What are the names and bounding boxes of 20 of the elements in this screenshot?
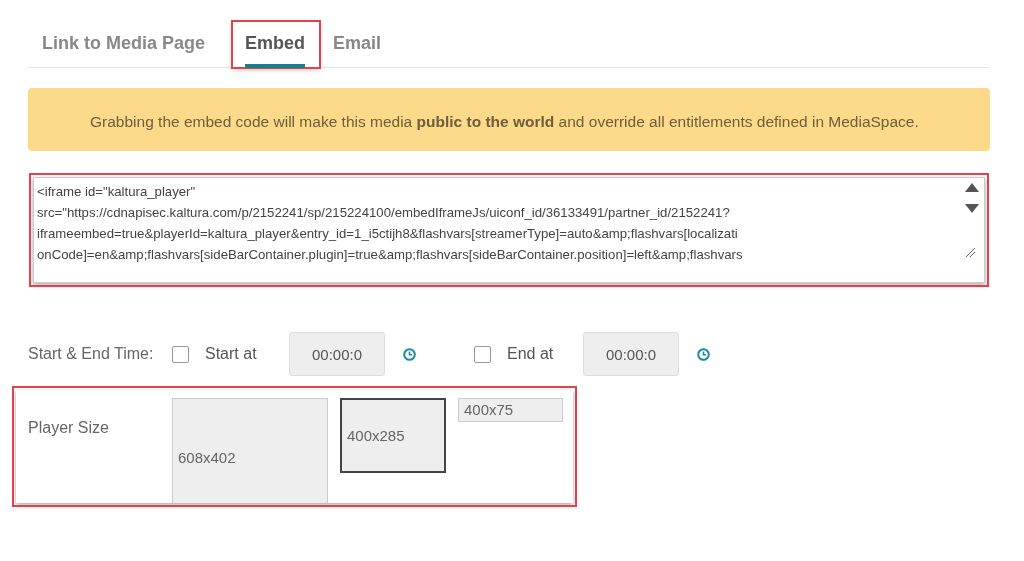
checkbox-label: End at <box>507 344 555 364</box>
clock-icon[interactable] <box>697 347 710 361</box>
player-size-label: Player Size <box>28 418 110 438</box>
warning-message: Grabbing the embed code will make this media public to the world and override all entitlements defined in MediaSpace. <box>28 88 990 151</box>
checkbox-label: Start at <box>205 344 258 364</box>
clock-icon[interactable] <box>403 347 416 361</box>
time-input[interactable]: 00:00:0 <box>583 332 679 376</box>
time-input[interactable]: 00:00:0 <box>289 332 385 376</box>
tab[interactable]: Email <box>333 22 396 67</box>
resize-handle-icon[interactable] <box>965 247 975 257</box>
scroll-down-icon[interactable] <box>965 204 979 213</box>
scroll-up-icon[interactable] <box>965 183 979 192</box>
size-option[interactable]: 400x285 <box>340 398 446 473</box>
size-option[interactable]: 400x75 <box>458 398 563 422</box>
checkbox[interactable] <box>172 345 189 363</box>
checkbox[interactable] <box>474 345 491 363</box>
tab[interactable]: Embed <box>233 22 320 67</box>
time-label: Start & End Time: <box>28 344 155 364</box>
size-option[interactable]: 608x402 <box>172 398 328 503</box>
tab[interactable]: Link to Media Page <box>42 22 220 67</box>
